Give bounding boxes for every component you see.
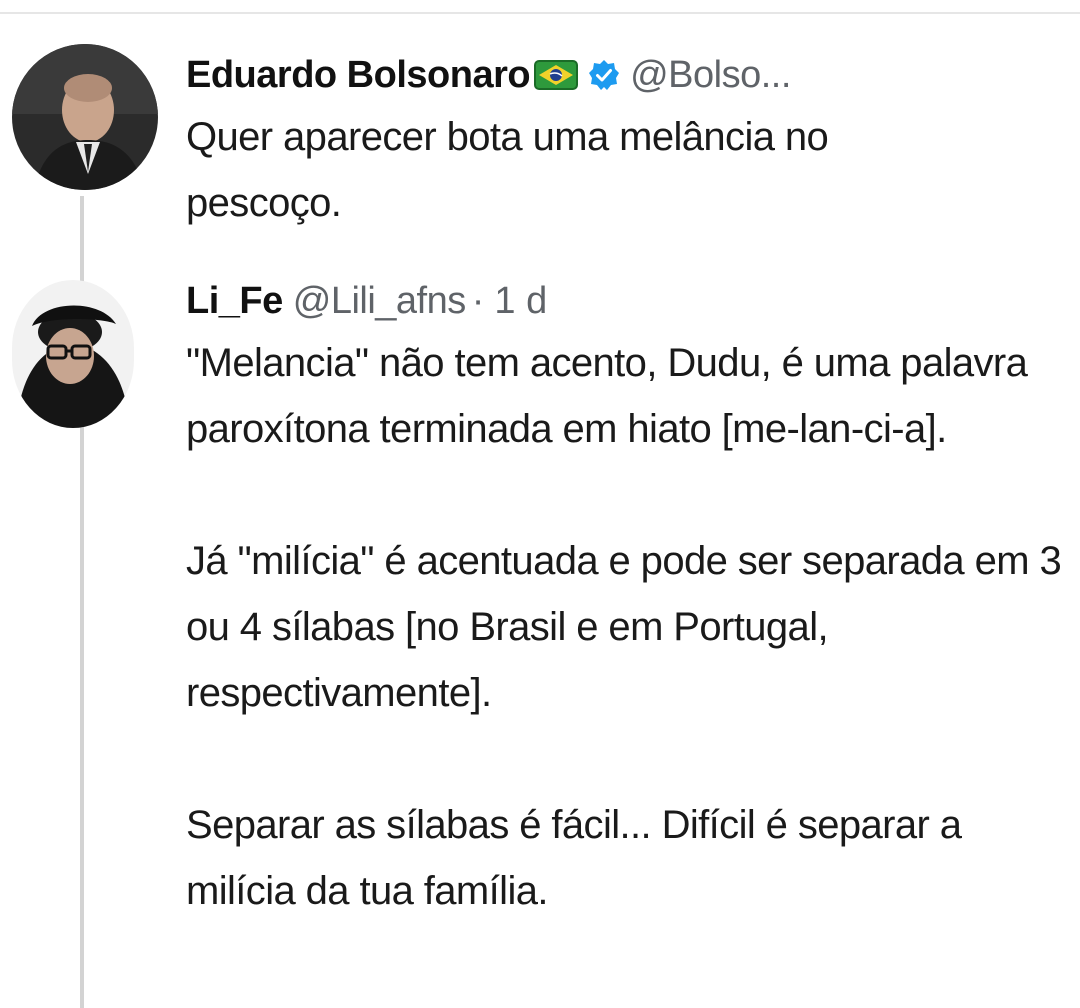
tweet-text-paragraph: "Melancia" não tem acento, Dudu, é uma p… (186, 341, 1028, 451)
display-name[interactable]: Li_Fe (186, 280, 283, 323)
separator-dot: · (471, 279, 485, 322)
avatar-li-fe[interactable] (12, 280, 134, 428)
tweet-text-paragraph: Separar as sílabas é fácil... Difícil é … (186, 803, 962, 913)
tweet-text: Quer aparecer bota uma melância no pesco… (186, 104, 986, 236)
timestamp[interactable]: 1 d (494, 280, 547, 323)
reply-thread-line (80, 430, 84, 1008)
original-tweet[interactable]: Eduardo Bolsonaro @Bolso... Quer aparece… (186, 50, 1080, 236)
tweet-header: Eduardo Bolsonaro @Bolso... (186, 50, 1080, 100)
profile-photo-icon (12, 44, 158, 190)
reply-tweet[interactable]: Li_Fe @Lili_afns · 1 d "Melancia" não te… (186, 276, 1080, 924)
handle[interactable]: @Bolso... (630, 54, 791, 97)
tweet-header: Li_Fe @Lili_afns · 1 d (186, 276, 1080, 326)
brazil-flag-icon (534, 60, 579, 90)
top-divider (0, 12, 1080, 14)
tweet-text-paragraph: Já "milícia" é acentuada e pode ser sepa… (186, 539, 1062, 715)
avatar-eduardo-bolsonaro[interactable] (12, 44, 158, 190)
verified-badge-icon (588, 59, 620, 91)
profile-photo-icon (12, 280, 134, 428)
tweet-text: "Melancia" não tem acento, Dudu, é uma p… (186, 330, 1076, 924)
display-name[interactable]: Eduardo Bolsonaro (186, 54, 531, 97)
tweet-text-paragraph: Quer aparecer bota uma melância no pesco… (186, 115, 829, 225)
handle[interactable]: @Lili_afns (293, 280, 467, 323)
